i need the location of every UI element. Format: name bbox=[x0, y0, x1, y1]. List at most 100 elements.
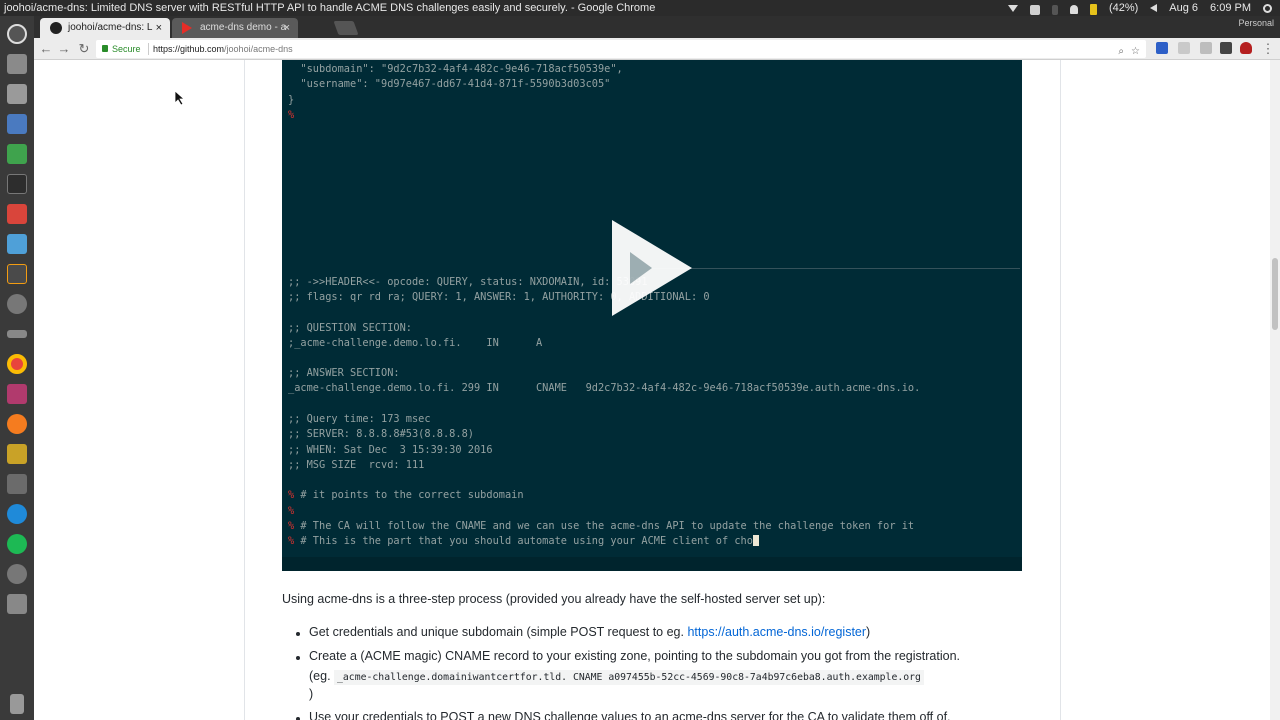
url-text[interactable]: https://github.com/joohoi/acme-dns bbox=[153, 40, 293, 58]
step-2-example: (eg. _acme-challenge.domainiwantcertfor.… bbox=[309, 669, 924, 685]
step-2-close: ) bbox=[309, 687, 314, 701]
step-2-text: Create a (ACME magic) CNAME record to yo… bbox=[309, 649, 960, 663]
close-icon[interactable]: × bbox=[284, 18, 290, 38]
archive-icon[interactable] bbox=[7, 444, 27, 464]
terminal-line: ;; WHEN: Sat Dec 3 15:39:30 2016 bbox=[288, 444, 493, 456]
bullet-icon bbox=[296, 656, 300, 660]
tab-acme-dns-demo[interactable]: acme-dns demo - a × bbox=[172, 18, 298, 38]
zoom-icon[interactable]: ⌕ bbox=[1118, 43, 1124, 61]
new-tab-button[interactable] bbox=[333, 21, 359, 35]
keys-icon[interactable] bbox=[7, 330, 27, 338]
volume-icon[interactable] bbox=[1150, 4, 1158, 12]
terminal-comment: % # The CA will follow the CNAME and we … bbox=[288, 520, 915, 532]
spreadsheet-icon[interactable] bbox=[7, 144, 27, 164]
battery-percent: (42%) bbox=[1108, 2, 1139, 14]
cname-example-code: _acme-challenge.domainiwantcertfor.tld. … bbox=[334, 670, 924, 685]
window-icon[interactable] bbox=[1029, 4, 1040, 15]
address-bar[interactable]: Secure https://github.com/joohoi/acme-dn… bbox=[96, 40, 1146, 58]
document-icon[interactable] bbox=[7, 114, 27, 134]
menu-icon[interactable]: ⋮ bbox=[1260, 40, 1276, 58]
omnibox-divider bbox=[148, 43, 149, 55]
extension-n-icon[interactable] bbox=[1220, 42, 1232, 54]
left-border bbox=[244, 60, 245, 720]
system-top-bar: joohoi/acme-dns: Limited DNS server with… bbox=[0, 0, 1280, 16]
spotify-icon[interactable] bbox=[7, 534, 27, 554]
store-icon[interactable] bbox=[7, 234, 27, 254]
sublime-icon[interactable] bbox=[7, 264, 27, 284]
window-title: joohoi/acme-dns: Limited DNS server with… bbox=[4, 2, 656, 14]
terminal-line: ;_acme-challenge.demo.lo.fi. IN A bbox=[288, 337, 543, 349]
scrollbar[interactable] bbox=[1270, 60, 1280, 720]
ubuntu-home-icon[interactable] bbox=[7, 24, 27, 44]
clock-label[interactable]: 6:09 PM bbox=[1210, 0, 1251, 16]
step-1-text: Get credentials and unique subdomain (si… bbox=[309, 625, 871, 639]
tab-strip: joohoi/acme-dns: L × acme-dns demo - a ×… bbox=[34, 16, 1280, 38]
terminal-line: ;; Query time: 173 msec bbox=[288, 413, 431, 425]
step-3-text: Use your credentials to POST a new DNS c… bbox=[309, 710, 951, 720]
terminal-prompt: % bbox=[288, 109, 295, 121]
launcher-dock bbox=[0, 16, 34, 720]
page-content: "subdomain": "9d2c7b32-4af4-482c-9e46-71… bbox=[34, 60, 1270, 720]
battery-icon[interactable] bbox=[1089, 3, 1097, 15]
drive-icon[interactable] bbox=[7, 594, 27, 614]
screenshot-icon[interactable] bbox=[7, 384, 27, 404]
ublock-icon[interactable] bbox=[1240, 42, 1252, 54]
terminal-comment: % # This is the part that you should aut… bbox=[288, 535, 759, 547]
folder-icon[interactable] bbox=[7, 84, 27, 104]
lock-icon bbox=[102, 45, 108, 52]
back-icon[interactable]: ← bbox=[38, 40, 54, 58]
github-icon bbox=[50, 22, 62, 34]
chrome-icon[interactable] bbox=[7, 354, 27, 374]
bookmark-star-icon[interactable]: ☆ bbox=[1131, 43, 1140, 61]
usage-intro: Using acme-dns is a three-step process (… bbox=[282, 592, 826, 606]
terminal-line: "username": "9d97e467-dd67-41d4-871f-559… bbox=[288, 78, 611, 90]
terminal-line: ;; ->>HEADER<<- opcode: QUERY, status: N… bbox=[288, 276, 648, 288]
terminal-comment: % # it points to the correct subdomain bbox=[288, 489, 524, 501]
terminal-line: ;; SERVER: 8.8.8.8#53(8.8.8.8) bbox=[288, 428, 474, 440]
terminal-divider bbox=[652, 268, 1020, 269]
terminal-line: } bbox=[288, 94, 295, 106]
terminal-icon[interactable] bbox=[7, 174, 27, 194]
player-control-bar[interactable] bbox=[282, 557, 1022, 571]
settings-icon[interactable] bbox=[7, 294, 27, 314]
notification-icon[interactable] bbox=[1069, 5, 1078, 14]
terminal-line: ;; MSG SIZE rcvd: 111 bbox=[288, 459, 425, 471]
system-tray: (42%) Aug 6 6:09 PM bbox=[1007, 0, 1272, 16]
close-icon[interactable]: × bbox=[156, 18, 162, 38]
play-icon[interactable] bbox=[612, 220, 692, 316]
mouse-cursor-icon bbox=[175, 91, 185, 105]
power-icon[interactable] bbox=[1263, 4, 1272, 13]
extension-2-icon[interactable] bbox=[1178, 42, 1190, 54]
terminal-prompt: % bbox=[288, 505, 295, 517]
apps-icon[interactable] bbox=[7, 474, 27, 494]
extension-1-icon[interactable] bbox=[1156, 42, 1168, 54]
skype-icon[interactable] bbox=[7, 504, 27, 524]
tab-acme-dns-github[interactable]: joohoi/acme-dns: L × bbox=[40, 18, 170, 38]
network-icon[interactable] bbox=[1007, 4, 1018, 12]
register-link[interactable]: https://auth.acme-dns.io/register bbox=[687, 625, 866, 639]
profile-button[interactable]: Personal bbox=[1238, 18, 1274, 28]
xampp-icon[interactable] bbox=[7, 414, 27, 434]
files-icon[interactable] bbox=[7, 54, 27, 74]
terminal-line: _acme-challenge.demo.lo.fi. 299 IN CNAME… bbox=[288, 382, 921, 394]
scrollbar-thumb[interactable] bbox=[1272, 258, 1278, 330]
terminal-line: ;; ANSWER SECTION: bbox=[288, 367, 400, 379]
disk-icon[interactable] bbox=[7, 564, 27, 584]
trash-icon[interactable] bbox=[10, 694, 24, 714]
extension-3-icon[interactable] bbox=[1200, 42, 1212, 54]
bullet-icon bbox=[296, 632, 300, 636]
right-border bbox=[1060, 60, 1061, 720]
youtube-icon bbox=[182, 22, 192, 34]
date-label[interactable]: Aug 6 bbox=[1169, 0, 1198, 16]
tab-label: acme-dns demo - a bbox=[200, 22, 287, 33]
pdf-icon[interactable] bbox=[7, 204, 27, 224]
forward-icon[interactable]: → bbox=[56, 40, 72, 58]
bluetooth-icon[interactable] bbox=[1051, 4, 1058, 15]
secure-label: Secure bbox=[112, 44, 141, 54]
terminal-line: ;; QUESTION SECTION: bbox=[288, 322, 412, 334]
browser-toolbar: ← → ↻ Secure https://github.com/joohoi/a… bbox=[34, 38, 1280, 60]
reload-icon[interactable]: ↻ bbox=[76, 40, 92, 58]
terminal-cursor bbox=[752, 535, 759, 546]
tab-label: joohoi/acme-dns: L bbox=[68, 22, 153, 33]
terminal-line: "subdomain": "9d2c7b32-4af4-482c-9e46-71… bbox=[288, 63, 623, 75]
